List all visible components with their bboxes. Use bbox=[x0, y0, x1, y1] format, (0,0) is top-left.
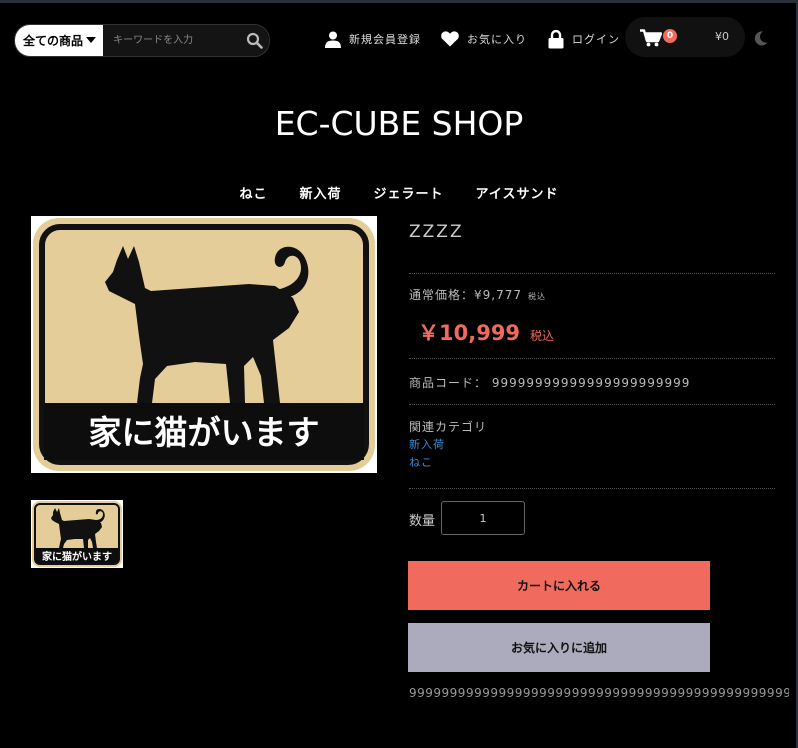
lock-icon bbox=[548, 29, 564, 48]
quantity-input[interactable] bbox=[441, 501, 525, 535]
search-bar: 全ての商品 bbox=[14, 24, 270, 57]
site-title[interactable]: EC-CUBE SHOP bbox=[0, 104, 798, 143]
cat-sign-caption: 家に猫がいます bbox=[89, 413, 320, 452]
cart-total: ¥0 bbox=[715, 30, 729, 43]
user-icon bbox=[325, 31, 341, 48]
divider bbox=[409, 358, 775, 359]
regular-price-label: 通常価格：¥9,777 bbox=[409, 288, 522, 302]
product-main-image[interactable]: 家に猫がいます bbox=[31, 216, 377, 473]
nav-item-ice-sandwich[interactable]: アイスサンド bbox=[474, 183, 561, 202]
heart-icon bbox=[441, 31, 459, 47]
category-nav: ねこ 新入荷 ジェラート アイスサンド bbox=[0, 183, 798, 202]
register-link[interactable]: 新規会員登録 bbox=[325, 27, 421, 51]
search-icon bbox=[246, 32, 263, 49]
sale-price-value: ￥10,999 bbox=[418, 321, 521, 345]
product-thumbnail[interactable]: 家に猫がいます bbox=[31, 500, 123, 568]
related-category-link-neko[interactable]: ねこ bbox=[409, 454, 487, 472]
nav-item-new-arrivals[interactable]: 新入荷 bbox=[298, 183, 344, 202]
add-to-cart-button[interactable]: カートに入れる bbox=[408, 561, 710, 610]
product-code: 商品コード： 99999999999999999999999 bbox=[409, 376, 691, 390]
sale-price: ￥10,999 税込 bbox=[418, 317, 554, 347]
login-label: ログイン bbox=[572, 33, 620, 46]
related-categories-label: 関連カテゴリ bbox=[409, 420, 488, 434]
thumbnail-caption: 家に猫がいます bbox=[42, 550, 112, 563]
favorites-label: お気に入り bbox=[467, 33, 527, 46]
nav-item-gelato[interactable]: ジェラート bbox=[372, 183, 446, 202]
category-select[interactable]: 全ての商品 bbox=[15, 25, 104, 56]
sale-price-tax: 税込 bbox=[530, 329, 555, 343]
login-link[interactable]: ログイン bbox=[548, 27, 620, 51]
register-label: 新規会員登録 bbox=[349, 33, 421, 46]
moon-icon[interactable] bbox=[754, 31, 768, 46]
cart-count-badge: 0 bbox=[663, 29, 677, 43]
cart-button[interactable]: 0 ¥0 bbox=[625, 17, 745, 57]
product-description: 9999999999999999999999999999999999999999… bbox=[409, 686, 789, 700]
favorites-link[interactable]: お気に入り bbox=[441, 27, 527, 51]
divider bbox=[409, 273, 775, 274]
related-category-link-new[interactable]: 新入荷 bbox=[409, 436, 487, 454]
search-button[interactable] bbox=[240, 25, 269, 56]
related-categories: 関連カテゴリ 新入荷 ねこ bbox=[409, 419, 487, 472]
chevron-down-icon bbox=[86, 37, 97, 43]
product-name: ZZZZ bbox=[409, 222, 464, 242]
regular-price-tax: 税込 bbox=[528, 292, 546, 301]
window-top-border bbox=[0, 0, 798, 3]
add-to-favorites-button[interactable]: お気に入りに追加 bbox=[408, 623, 710, 672]
quantity-label: 数量 bbox=[409, 514, 436, 529]
divider bbox=[409, 488, 775, 489]
search-input[interactable] bbox=[103, 25, 241, 56]
regular-price: 通常価格：¥9,777 税込 bbox=[409, 286, 546, 303]
cart-icon bbox=[640, 29, 662, 47]
category-select-value: 全ての商品 bbox=[23, 34, 84, 48]
divider bbox=[409, 404, 775, 405]
nav-item-neko[interactable]: ねこ bbox=[237, 183, 269, 202]
